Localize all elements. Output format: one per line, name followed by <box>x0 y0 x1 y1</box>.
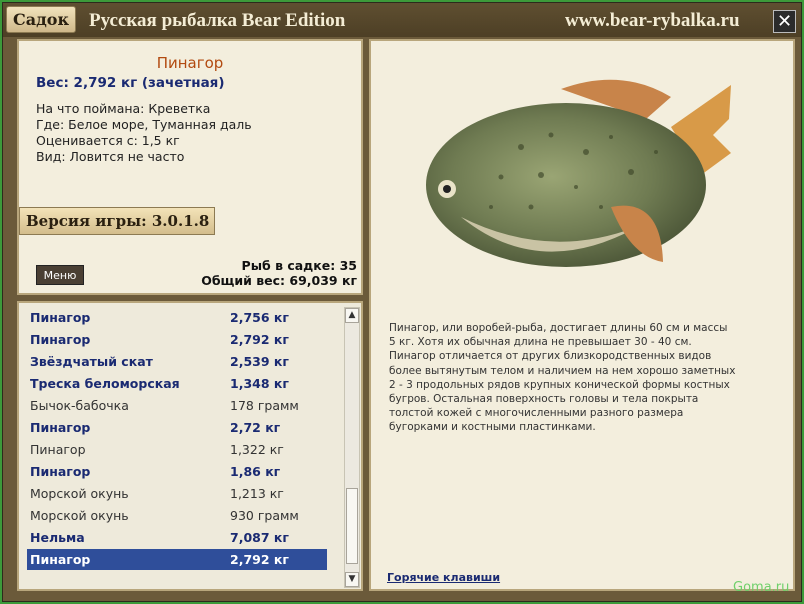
fish-name: Пинагор <box>156 54 224 72</box>
value-info: Оценивается с: 1,5 кг <box>36 133 180 148</box>
list-item-name: Пинагор <box>30 420 91 435</box>
list-item[interactable]: Треска беломорская 1,348 кг <box>27 373 327 394</box>
kind-info: Вид: Ловится не часто <box>36 149 185 164</box>
close-icon[interactable]: ✕ <box>773 10 796 33</box>
list-item-weight: 2,72 кг <box>230 420 281 435</box>
list-item[interactable]: Бычок-бабочка 178 грамм <box>27 395 327 416</box>
list-item-weight: 1,86 кг <box>230 464 281 479</box>
hotkeys-link[interactable]: Горячие клавиши <box>387 571 500 584</box>
list-item[interactable]: Пинагор 2,792 кг <box>27 549 327 570</box>
window-title: Русская рыбалка Bear Edition <box>89 10 346 31</box>
list-item-weight: 178 грамм <box>230 398 299 413</box>
list-item[interactable]: Пинагор 2,72 кг <box>27 417 327 438</box>
list-item-weight: 2,792 кг <box>230 332 289 347</box>
list-item-name: Морской окунь <box>30 508 129 523</box>
list-item-name: Пинагор <box>30 310 91 325</box>
list-item-weight: 2,539 кг <box>230 354 289 369</box>
fish-description: Пинагор, или воробей-рыба, достигает дли… <box>389 322 736 434</box>
description-panel: Пинагор, или воробей-рыба, достигает дли… <box>369 39 795 591</box>
list-item[interactable]: Нельма 7,087 кг <box>27 527 327 548</box>
list-item-name: Пинагор <box>30 552 91 567</box>
list-item-name: Треска беломорская <box>30 376 180 391</box>
list-item[interactable]: Пинагор 1,86 кг <box>27 461 327 482</box>
watermark: Goma.ru <box>733 580 790 595</box>
list-item[interactable]: Морской окунь 1,213 кг <box>27 483 327 504</box>
fish-weight: Вес: 2,792 кг (зачетная) <box>36 75 225 91</box>
sadok-button[interactable]: Садок <box>6 6 76 33</box>
catch-info-panel: Пинагор Вес: 2,792 кг (зачетная) На что … <box>17 39 363 295</box>
total-weight: Общий вес: 69,039 кг <box>201 273 357 288</box>
list-item-weight: 1,348 кг <box>230 376 289 391</box>
list-item[interactable]: Звёздчатый скат 2,539 кг <box>27 351 327 372</box>
list-item-name: Бычок-бабочка <box>30 398 129 413</box>
arrow-up-icon[interactable]: ▲ <box>345 308 359 323</box>
list-scrollbar[interactable]: ▲ ▼ <box>344 307 360 588</box>
list-item[interactable]: Пинагор 2,792 кг <box>27 329 327 350</box>
list-item-name: Пинагор <box>30 464 91 479</box>
fish-count: Рыб в садке: 35 <box>241 258 357 273</box>
list-item-name: Нельма <box>30 530 85 545</box>
list-item-name: Пинагор <box>30 332 91 347</box>
bait-info: На что поймана: Креветка <box>36 101 211 116</box>
list-item[interactable]: Морской окунь 930 грамм <box>27 505 327 526</box>
title-bar: Садок Русская рыбалка Bear Edition www.b… <box>3 3 801 37</box>
fish-pupil <box>443 185 451 193</box>
list-item-weight: 930 грамм <box>230 508 299 523</box>
game-version: Версия игры: 3.0.1.8 <box>19 207 215 235</box>
site-url: www.bear-rybalka.ru <box>565 10 740 31</box>
list-item-weight: 2,756 кг <box>230 310 289 325</box>
list-item[interactable]: Пинагор 2,756 кг <box>27 307 327 328</box>
list-item-weight: 1,213 кг <box>230 486 284 501</box>
place-info: Где: Белое море, Туманная даль <box>36 117 252 132</box>
list-item-name: Пинагор <box>30 442 86 457</box>
arrow-down-icon[interactable]: ▼ <box>345 572 359 587</box>
scroll-thumb[interactable] <box>346 488 358 564</box>
list-item[interactable]: Пинагор 1,322 кг <box>27 439 327 460</box>
menu-button[interactable]: Меню <box>36 265 84 285</box>
catch-list: Пинагор 2,756 кг Пинагор 2,792 кг Звёздчатый… <box>17 301 363 591</box>
app-window: Садок Русская рыбалка Bear Edition www.b… <box>2 2 802 602</box>
list-item-name: Морской окунь <box>30 486 129 501</box>
list-item-weight: 7,087 кг <box>230 530 289 545</box>
list-item-weight: 1,322 кг <box>230 442 284 457</box>
fish-picture <box>426 79 731 267</box>
list-item-weight: 2,792 кг <box>230 552 289 567</box>
list-item-name: Звёздчатый скат <box>30 354 153 369</box>
